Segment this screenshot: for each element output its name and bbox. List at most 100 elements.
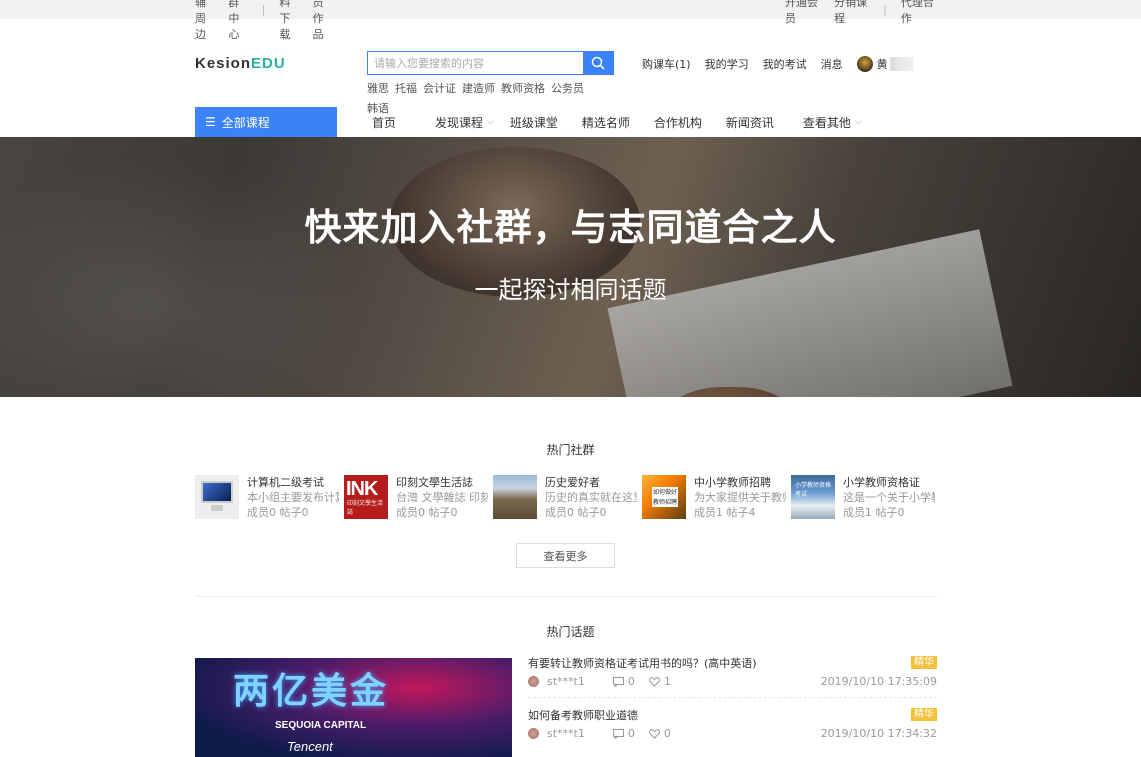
nav-item-partners[interactable]: 合作机构	[654, 114, 702, 131]
row-divider	[528, 697, 937, 698]
all-courses-label: 全部课程	[221, 115, 270, 130]
see-more-button[interactable]: 查看更多	[516, 543, 615, 568]
group-list: 计算机二级考试本小组主要发布计算机二级考试成员0 帖子0 INK印刻文學生活誌 …	[195, 475, 940, 520]
group-stats: 成员0 帖子0	[396, 506, 458, 519]
group-name: 印刻文學生活誌	[396, 476, 473, 489]
thumb-text: 如何做好教师招聘	[652, 487, 678, 507]
hot-keyword[interactable]: 会计证	[423, 79, 456, 99]
group-stats: 成员0 帖子0	[247, 506, 309, 519]
header: KesionEDU 雅思托福会计证建造师教师资格公务员韩语 购课车(1) 我的学…	[0, 19, 1141, 115]
nav-item-classroom[interactable]: 班级课堂	[510, 114, 558, 131]
nav-items: 首页 发现课程 ⌵ 班级课堂 精选名师 合作机构 新闻资讯 查看其他 ⌵	[372, 107, 886, 137]
avatar	[856, 56, 873, 72]
user-menu[interactable]: 黄	[856, 56, 914, 72]
featured-topic-image[interactable]: 两亿美金 SEQUOIA CAPITAL Tencent	[195, 658, 512, 757]
group-stats: 成员1 帖子0	[843, 506, 905, 519]
nav-item-news[interactable]: 新闻资讯	[726, 114, 774, 131]
hot-topics-section: 热门话题 两亿美金 SEQUOIA CAPITAL Tencent 有要转让教师…	[0, 597, 1141, 757]
heart-icon	[648, 676, 660, 687]
nav-label: 查看其他	[802, 115, 851, 130]
image-headline: 两亿美金	[233, 671, 390, 712]
group-desc: 台灣 文學雜誌 印刻	[396, 491, 488, 504]
nav-item-teachers[interactable]: 精选名师	[582, 114, 630, 131]
comment-count: 0	[627, 675, 635, 688]
blurred-name	[889, 57, 914, 71]
logo-kesion: Kesion	[195, 55, 252, 72]
topic-author[interactable]: st***t1	[547, 675, 585, 688]
hot-keyword[interactable]: 托福	[395, 79, 417, 99]
group-desc: 历史的真实就在这里	[545, 491, 637, 504]
comment-icon	[612, 728, 624, 739]
group-desc: 这是一个关于小学教师资格证	[843, 491, 935, 504]
logo-edu: EDU	[251, 55, 286, 72]
all-courses-button[interactable]: ☰ 全部课程	[195, 107, 337, 137]
nav-item-home[interactable]: 首页	[372, 114, 396, 131]
search-input[interactable]	[368, 52, 583, 74]
nav-label: 班级课堂	[509, 115, 558, 130]
user-nav: 购课车(1) 我的学习 我的考试 消息 黄	[642, 56, 914, 72]
group-desc: 为大家提供关于教师招聘的信息	[694, 491, 786, 504]
group-name: 历史爱好者	[545, 476, 600, 489]
heart-icon	[648, 728, 660, 739]
search-icon	[591, 56, 605, 70]
like-count: 1	[663, 675, 671, 688]
group-thumbnail: 如何做好教师招聘	[642, 475, 686, 519]
group-name: 小学教师资格证	[843, 476, 920, 489]
cart-link[interactable]: 购课车(1)	[642, 56, 691, 72]
topic-row: 有要转让教师资格证考试用书的吗？(高中英语) 精华 st***t1 0 1 20…	[528, 653, 937, 705]
nav-label: 发现课程	[435, 115, 484, 130]
hot-topics-title: 热门话题	[546, 625, 595, 639]
topic-title[interactable]: 有要转让教师资格证考试用书的吗？(高中英语)	[528, 655, 757, 671]
messages-link[interactable]: 消息	[821, 56, 843, 72]
group-card[interactable]: 历史爱好者 历史的真实就在这里 成员0 帖子0	[493, 475, 642, 520]
comment-count: 0	[627, 727, 635, 740]
chevron-down-icon: ⌵	[854, 117, 862, 127]
nav-item-more[interactable]: 查看其他 ⌵	[803, 114, 862, 131]
group-thumbnail	[195, 475, 239, 519]
main-nav: ☰ 全部课程 首页 发现课程 ⌵ 班级课堂 精选名师 合作机构 新闻资讯 查看其他…	[0, 107, 1141, 137]
group-name: 中小学教师招聘	[694, 476, 771, 489]
search-button[interactable]	[583, 52, 613, 74]
hot-groups-title: 热门社群	[546, 443, 595, 457]
monitor-stand	[211, 505, 223, 511]
group-stats: 成员1 帖子4	[694, 506, 756, 519]
group-desc: 本小组主要发布计算机二级考试	[247, 491, 339, 504]
topic-date: 2019/10/10 17:35:09	[820, 675, 937, 688]
nav-label: 精选名师	[581, 115, 630, 130]
site-logo[interactable]: KesionEDU	[195, 55, 286, 72]
group-thumbnail: 小学教师资格考试	[791, 475, 835, 519]
comment-icon	[612, 676, 624, 687]
user-avatar	[528, 676, 539, 687]
banner-overlay	[0, 137, 1141, 397]
my-exams-link[interactable]: 我的考试	[763, 56, 807, 72]
group-name: 计算机二级考试	[247, 476, 324, 489]
topic-list: 有要转让教师资格证考试用书的吗？(高中英语) 精华 st***t1 0 1 20…	[528, 653, 937, 757]
essence-badge: 精华	[911, 708, 937, 721]
hot-keyword[interactable]: 建造师	[462, 79, 495, 99]
hot-groups-section: 热门社群 计算机二级考试本小组主要发布计算机二级考试成员0 帖子0 INK印刻文…	[0, 397, 1141, 597]
hot-keyword[interactable]: 教师资格	[501, 79, 545, 99]
essence-badge: 精华	[911, 656, 937, 669]
group-card[interactable]: 如何做好教师招聘 中小学教师招聘为大家提供关于教师招聘的信息成员1 帖子4	[642, 475, 791, 520]
nav-label: 首页	[372, 115, 397, 130]
like-count: 0	[663, 727, 671, 740]
topic-row: 如何备考教师职业道德 精华 st***t1 0 0 2019/10/10 17:…	[528, 705, 937, 757]
chevron-down-icon: ⌵	[487, 117, 494, 127]
group-thumbnail: INK 印刻文學生活誌	[344, 475, 388, 519]
group-thumbnail	[493, 475, 537, 519]
thumb-subtext: 印刻文學生活誌	[347, 501, 384, 516]
nav-item-discover[interactable]: 发现课程 ⌵	[435, 114, 494, 131]
group-card[interactable]: INK 印刻文學生活誌 印刻文學生活誌 台灣 文學雜誌 印刻 成员0 帖子0	[344, 475, 493, 520]
topic-author[interactable]: st***t1	[547, 727, 585, 740]
topic-title[interactable]: 如何备考教师职业道德	[528, 707, 638, 723]
search-box	[367, 51, 614, 75]
monitor-icon	[201, 481, 233, 503]
my-learning-link[interactable]: 我的学习	[705, 56, 749, 72]
group-card[interactable]: 计算机二级考试本小组主要发布计算机二级考试成员0 帖子0	[195, 475, 344, 520]
topic-date: 2019/10/10 17:34:32	[820, 727, 937, 740]
group-card[interactable]: 小学教师资格考试 小学教师资格证这是一个关于小学教师资格证成员1 帖子0	[791, 475, 940, 520]
banner-title: 快来加入社群，与志同道合之人	[304, 206, 837, 249]
hero-banner[interactable]: 快来加入社群，与志同道合之人 一起探讨相同话题	[0, 137, 1141, 397]
hot-keyword[interactable]: 雅思	[367, 79, 389, 99]
hot-keyword[interactable]: 公务员	[551, 79, 584, 99]
